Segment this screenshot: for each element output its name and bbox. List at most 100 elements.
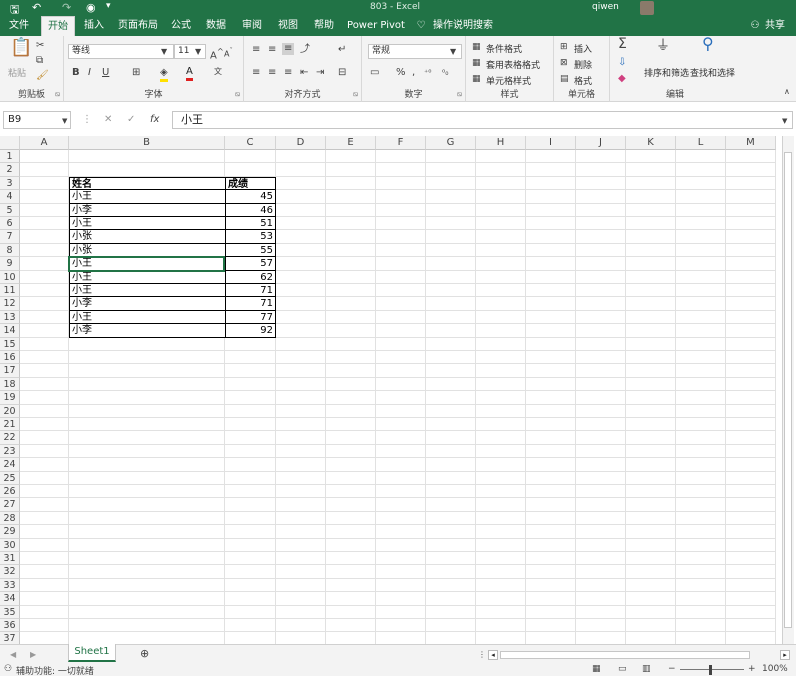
cell[interactable] (225, 444, 276, 459)
row-header[interactable]: 18 (0, 377, 20, 392)
row-header[interactable]: 9 (0, 257, 20, 271)
cell[interactable] (276, 485, 326, 499)
cell[interactable] (20, 310, 69, 325)
cell[interactable] (376, 351, 426, 365)
column-header[interactable]: G (426, 136, 476, 150)
cell[interactable] (225, 431, 276, 445)
cell[interactable] (426, 310, 476, 325)
cell[interactable] (276, 310, 326, 325)
table-header-cell[interactable]: 成绩 (225, 176, 276, 191)
cell[interactable] (276, 230, 326, 244)
cell[interactable] (326, 377, 376, 392)
name-box-chevron-down-icon[interactable]: ▼ (62, 115, 67, 127)
table-cell[interactable]: 71 (225, 284, 276, 298)
table-cell[interactable]: 71 (225, 297, 276, 311)
cell[interactable] (576, 203, 626, 217)
cell[interactable] (726, 310, 776, 325)
column-header[interactable]: F (376, 136, 426, 150)
cell[interactable] (20, 176, 69, 191)
cell[interactable] (376, 444, 426, 459)
cell[interactable] (20, 458, 69, 472)
cell[interactable] (376, 230, 426, 244)
cell[interactable] (69, 404, 225, 418)
cell[interactable] (576, 391, 626, 405)
redo-icon[interactable]: ↷ (62, 1, 71, 14)
cell[interactable] (676, 619, 726, 633)
cell[interactable] (225, 619, 276, 633)
cell[interactable] (376, 150, 426, 164)
cell[interactable] (276, 511, 326, 526)
cell[interactable] (676, 538, 726, 552)
increase-font-size-icon[interactable]: A^ (210, 45, 224, 62)
table-cell[interactable]: 小王 (69, 284, 225, 298)
name-box[interactable]: B9 (3, 111, 71, 129)
page-break-view-icon[interactable]: ▥ (642, 664, 651, 674)
cell[interactable] (276, 592, 326, 606)
cell[interactable] (626, 190, 676, 204)
cell[interactable] (626, 605, 676, 619)
cell[interactable] (526, 150, 576, 164)
row-header[interactable]: 7 (0, 230, 20, 244)
row-header[interactable]: 10 (0, 270, 20, 284)
cell[interactable] (676, 418, 726, 432)
cell[interactable] (326, 163, 376, 177)
cell[interactable] (69, 150, 225, 164)
cell[interactable] (225, 485, 276, 499)
cell[interactable] (726, 257, 776, 271)
table-cell[interactable]: 53 (225, 230, 276, 244)
cell[interactable] (576, 578, 626, 593)
cell[interactable] (726, 525, 776, 539)
row-header[interactable]: 13 (0, 310, 20, 325)
cell[interactable] (476, 163, 526, 177)
format-cells-button[interactable]: 格式 (574, 74, 592, 87)
cell[interactable] (476, 217, 526, 231)
vertical-scrollbar-thumb[interactable] (784, 152, 792, 628)
cell[interactable] (726, 243, 776, 258)
cell[interactable] (326, 418, 376, 432)
cell[interactable] (276, 391, 326, 405)
cell[interactable] (476, 351, 526, 365)
font-size-chevron-down-icon[interactable]: ▼ (195, 46, 201, 58)
cell[interactable] (576, 163, 626, 177)
conditional-format-button[interactable]: 条件格式 (486, 42, 522, 55)
row-header[interactable]: 3 (0, 176, 20, 191)
cell[interactable] (376, 538, 426, 552)
cell[interactable] (225, 391, 276, 405)
cell[interactable] (69, 163, 225, 177)
cell[interactable] (326, 444, 376, 459)
cell[interactable] (526, 605, 576, 619)
cell[interactable] (526, 578, 576, 593)
cell[interactable] (726, 458, 776, 472)
table-cell[interactable]: 小王 (69, 217, 225, 231)
cell[interactable] (20, 257, 69, 271)
cell[interactable] (626, 364, 676, 378)
cell[interactable] (526, 418, 576, 432)
cell[interactable] (426, 592, 476, 606)
status-text[interactable]: 辅助功能: 一切就绪 (16, 664, 94, 677)
cell[interactable] (20, 525, 69, 539)
font-name-chevron-down-icon[interactable]: ▼ (161, 46, 167, 58)
cell[interactable] (576, 444, 626, 459)
scroll-left-icon[interactable]: ◀ (10, 649, 16, 661)
cell[interactable] (20, 619, 69, 633)
cell[interactable] (69, 619, 225, 633)
cell[interactable] (526, 377, 576, 392)
cell[interactable] (426, 511, 476, 526)
cell[interactable] (20, 190, 69, 204)
column-header[interactable]: E (326, 136, 376, 150)
cell[interactable] (426, 485, 476, 499)
cell[interactable] (676, 485, 726, 499)
cell[interactable] (676, 230, 726, 244)
cell[interactable] (526, 619, 576, 633)
cell[interactable] (20, 552, 69, 566)
cell[interactable] (20, 565, 69, 579)
cell[interactable] (69, 498, 225, 512)
cell[interactable] (426, 203, 476, 217)
cell[interactable] (326, 525, 376, 539)
cell[interactable] (526, 217, 576, 231)
table-cell[interactable]: 小李 (69, 203, 225, 217)
cell[interactable] (676, 310, 726, 325)
cell[interactable] (576, 511, 626, 526)
cell[interactable] (626, 619, 676, 633)
copy-icon[interactable]: ⧉ (36, 55, 43, 67)
